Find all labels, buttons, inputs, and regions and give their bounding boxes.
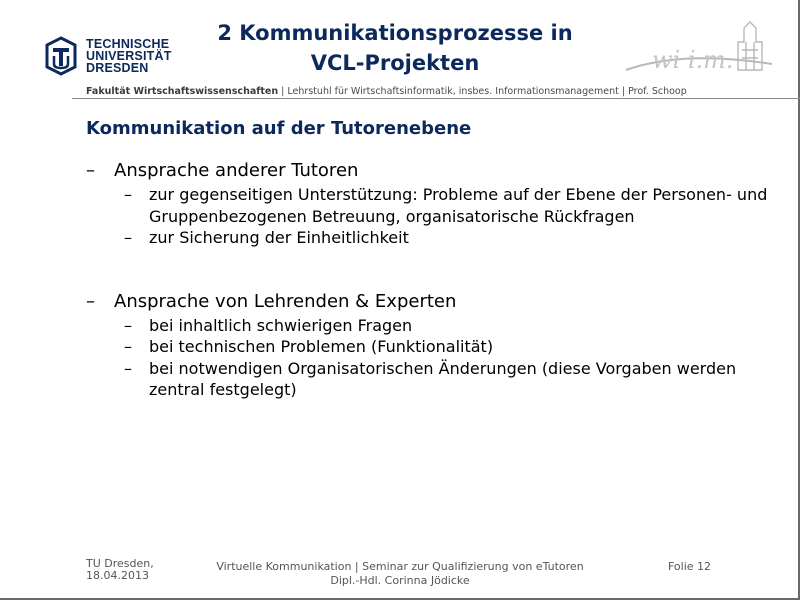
logo-line-3: DRESDEN — [86, 61, 149, 75]
dash-marker: – — [124, 315, 132, 335]
dash-marker: – — [124, 358, 132, 378]
footer-left-line-2: 18.04.2013 — [86, 569, 149, 582]
bullet-l2-text: zur gegenseitigen Unterstützung: Problem… — [149, 185, 768, 226]
svg-text:wi i.m.: wi i.m. — [652, 46, 734, 74]
slide-title: 2 Kommunikationsprozesse in VCL-Projekte… — [170, 18, 620, 78]
dash-marker: – — [124, 228, 132, 247]
title-line-1: 2 Kommunikationsprozesse in — [217, 21, 573, 45]
bullet-l2: – bei technischen Problemen (Funktionali… — [86, 336, 786, 358]
header-divider — [72, 98, 800, 99]
footer-mid-line-1: Virtuelle Kommunikation | Seminar zur Qu… — [216, 560, 584, 573]
bullet-l2: – bei notwendigen Organisatorischen Ände… — [86, 358, 786, 401]
dash-marker: – — [86, 290, 95, 312]
tu-dresden-logo: TECHNISCHE UNIVERSITÄT DRESDEN — [42, 36, 172, 76]
bullet-content: – Ansprache anderer Tutoren – zur gegens… — [86, 160, 786, 401]
slide: TECHNISCHE UNIVERSITÄT DRESDEN 2 Kommuni… — [0, 0, 800, 600]
tu-dresden-logo-icon — [45, 36, 77, 76]
bullet-l2-text: bei technischen Problemen (Funktionalitä… — [149, 337, 494, 356]
faculty-line: Fakultät Wirtschaftswissenschaften | Leh… — [86, 86, 687, 97]
bullet-l2-text: bei inhaltlich schwierigen Fragen — [149, 315, 413, 335]
footer-mid-line-2: Dipl.-Hdl. Corinna Jödicke — [330, 574, 470, 587]
footer-date: TU Dresden, 18.04.2013 — [86, 558, 154, 582]
slide-number: Folie 12 — [668, 560, 712, 573]
bullet-l2: – zur Sicherung der Einheitlichkeit — [86, 227, 786, 249]
bullet-l1: – Ansprache von Lehrenden & Experten — [86, 291, 786, 313]
bullet-l1: – Ansprache anderer Tutoren — [86, 160, 786, 182]
section-heading: Kommunikation auf der Tutorenebene — [86, 118, 472, 139]
faculty-name: Fakultät Wirtschaftswissenschaften — [86, 86, 279, 97]
bullet-l2-text: bei notwendigen Organisatorischen Änderu… — [149, 358, 737, 400]
faculty-rest: | Lehrstuhl für Wirtschaftsinformatik, i… — [278, 86, 687, 97]
dash-marker: – — [124, 185, 132, 204]
bullet-l1-text: Ansprache anderer Tutoren — [114, 160, 359, 181]
dash-marker: – — [124, 337, 132, 356]
footer-course: Virtuelle Kommunikation | Seminar zur Qu… — [190, 560, 610, 588]
title-line-2: VCL-Projekten — [310, 51, 480, 75]
bullet-l2: – zur gegenseitigen Unterstützung: Probl… — [86, 184, 786, 227]
bullet-l2: – bei inhaltlich schwierigen Fragen — [86, 315, 786, 337]
logo-text: TECHNISCHE UNIVERSITÄT DRESDEN — [86, 38, 172, 75]
bullet-l1-text: Ansprache von Lehrenden & Experten — [114, 290, 457, 312]
dash-marker: – — [86, 160, 95, 181]
wiim-logo-icon: wi i.m. — [625, 21, 773, 74]
bullet-l2-text: zur Sicherung der Einheitlichkeit — [149, 228, 409, 247]
